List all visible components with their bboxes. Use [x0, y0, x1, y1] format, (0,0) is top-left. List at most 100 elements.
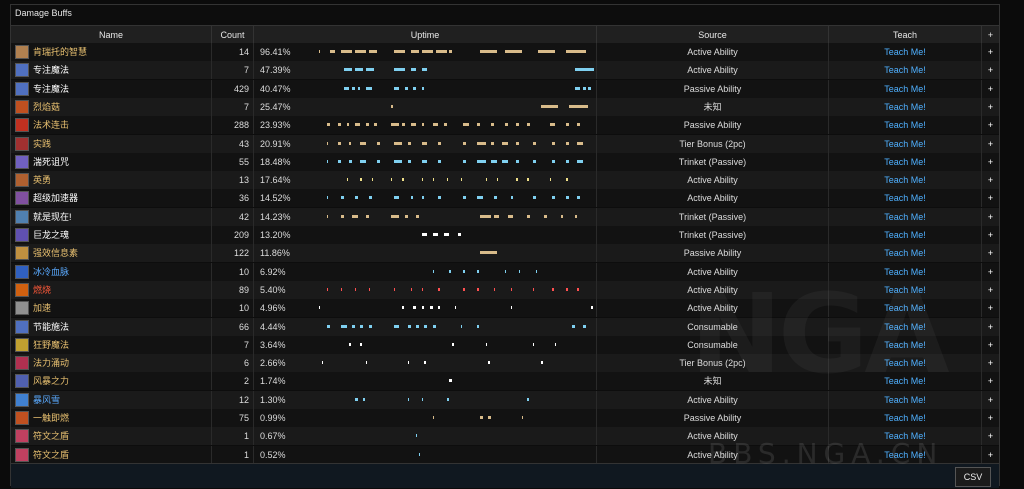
header-count[interactable]: Count [211, 26, 253, 44]
uptime-segment [446, 397, 450, 401]
buff-name[interactable]: 湍死诅咒 [33, 157, 69, 167]
buff-name[interactable]: 燃烧 [33, 285, 51, 295]
uptime-segment [455, 306, 457, 310]
buff-name-cell: 强效信息素 [11, 244, 231, 262]
uptime-segment [432, 233, 439, 236]
csv-button[interactable]: CSV [955, 467, 991, 487]
expand-plus-button[interactable]: + [981, 262, 999, 281]
teach-me-link[interactable]: Teach Me! [828, 189, 981, 208]
buff-name[interactable]: 就是现在! [33, 212, 72, 222]
expand-plus-button[interactable]: + [981, 354, 999, 373]
buff-source: Passive Ability [596, 79, 828, 98]
buff-name[interactable]: 一触即燃 [33, 413, 69, 423]
header-plus-button[interactable]: + [981, 26, 999, 44]
expand-plus-button[interactable]: + [981, 390, 999, 409]
expand-plus-button[interactable]: + [981, 61, 999, 80]
buff-name[interactable]: 冰冷血脉 [33, 267, 69, 277]
header-source[interactable]: Source [596, 26, 828, 44]
expand-plus-button[interactable]: + [981, 409, 999, 427]
uptime-segment [341, 324, 347, 328]
uptime-segment [421, 141, 428, 145]
buff-name[interactable]: 符文之盾 [33, 431, 69, 441]
nga-watermark: NGA [690, 270, 949, 398]
uptime-segment [418, 452, 421, 456]
buff-count: 7 [211, 97, 253, 116]
uptime-segment [493, 196, 497, 200]
buff-name[interactable]: 巨龙之魂 [33, 230, 69, 240]
buff-name[interactable]: 烈焰菇 [33, 102, 60, 112]
expand-plus-button[interactable]: + [981, 152, 999, 171]
expand-plus-button[interactable]: + [981, 445, 999, 464]
teach-me-link[interactable]: Teach Me! [828, 409, 981, 427]
uptime-segment [416, 324, 419, 328]
header-uptime[interactable]: Uptime [253, 26, 596, 44]
expand-plus-button[interactable]: + [981, 116, 999, 135]
buff-name[interactable]: 风暴之力 [33, 376, 69, 386]
uptime-segment [366, 86, 372, 90]
expand-plus-button[interactable]: + [981, 226, 999, 244]
uptime-segment [577, 123, 581, 127]
expand-plus-button[interactable]: + [981, 280, 999, 299]
buff-name-cell: 湍死诅咒 [11, 153, 231, 171]
uptime-segment [393, 141, 403, 145]
buff-icon [15, 356, 29, 371]
buff-name[interactable]: 符文之盾 [33, 450, 69, 460]
buff-source: Passive Ability [596, 116, 828, 135]
buff-name[interactable]: 暴风雪 [33, 395, 60, 405]
expand-plus-button[interactable]: + [981, 335, 999, 354]
buff-name[interactable]: 法术连击 [33, 120, 69, 130]
buff-name[interactable]: 节能施法 [33, 322, 69, 332]
buff-name[interactable]: 专注魔法 [33, 65, 69, 75]
expand-plus-button[interactable]: + [981, 79, 999, 98]
expand-plus-button[interactable]: + [981, 97, 999, 116]
expand-plus-button[interactable]: + [981, 207, 999, 226]
uptime-segment [421, 196, 425, 200]
teach-me-link[interactable]: Teach Me! [828, 171, 981, 190]
buff-name[interactable]: 专注魔法 [33, 84, 69, 94]
expand-plus-button[interactable]: + [981, 189, 999, 208]
expand-plus-button[interactable]: + [981, 299, 999, 318]
uptime-segment [527, 397, 529, 401]
expand-plus-button[interactable]: + [981, 134, 999, 153]
buff-name[interactable]: 实践 [33, 139, 51, 149]
header-name[interactable]: Name [11, 26, 211, 44]
buff-name[interactable]: 加速 [33, 303, 51, 313]
teach-me-link[interactable]: Teach Me! [828, 244, 981, 263]
teach-me-link[interactable]: Teach Me! [828, 226, 981, 244]
uptime-segment [363, 397, 365, 401]
buff-name[interactable]: 英勇 [33, 175, 51, 185]
teach-me-link[interactable]: Teach Me! [828, 207, 981, 226]
buff-uptime-cell: 6.92% [253, 262, 596, 281]
uptime-segment [349, 342, 351, 346]
uptime-segment [327, 159, 329, 163]
uptime-segment [404, 214, 408, 218]
expand-plus-button[interactable]: + [981, 317, 999, 336]
buff-source: Trinket (Passive) [596, 207, 828, 226]
table-row: 专注魔法 7 47.39% Active Ability Teach Me! + [11, 61, 999, 80]
uptime-segment [327, 141, 329, 145]
uptime-segment [480, 50, 497, 53]
buff-name[interactable]: 狂野魔法 [33, 340, 69, 350]
teach-me-link[interactable]: Teach Me! [828, 152, 981, 171]
expand-plus-button[interactable]: + [981, 43, 999, 61]
teach-me-link[interactable]: Teach Me! [828, 43, 981, 61]
uptime-segment [421, 123, 425, 127]
buff-name[interactable]: 超级加速器 [33, 193, 78, 203]
expand-plus-button[interactable]: + [981, 427, 999, 446]
expand-plus-button[interactable]: + [981, 372, 999, 391]
buff-name[interactable]: 肯瑞托的智慧 [33, 47, 87, 57]
teach-me-link[interactable]: Teach Me! [828, 116, 981, 135]
buff-name[interactable]: 法力涌动 [33, 358, 69, 368]
buff-name[interactable]: 强效信息素 [33, 248, 78, 258]
expand-plus-button[interactable]: + [981, 171, 999, 190]
header-teach[interactable]: Teach [828, 26, 981, 44]
uptime-segment [341, 196, 344, 200]
teach-me-link[interactable]: Teach Me! [828, 97, 981, 116]
teach-me-link[interactable]: Teach Me! [828, 61, 981, 80]
teach-me-link[interactable]: Teach Me! [828, 79, 981, 98]
teach-me-link[interactable]: Teach Me! [828, 134, 981, 153]
expand-plus-button[interactable]: + [981, 244, 999, 263]
uptime-segment [532, 342, 535, 346]
uptime-segment [435, 50, 447, 53]
uptime-timeline [316, 342, 594, 346]
